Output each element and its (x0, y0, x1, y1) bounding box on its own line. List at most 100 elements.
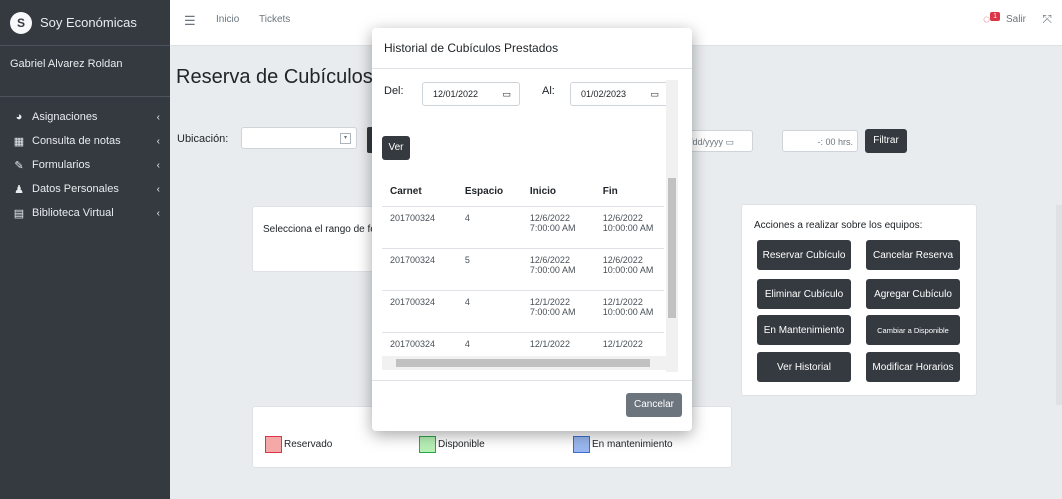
sidebar-item-datos-personales[interactable]: ♟ Datos Personales ‹ (0, 177, 170, 201)
legend-reservado: Reservado (265, 436, 332, 453)
calendar-icon: ▭ (725, 137, 735, 147)
maintenance-button[interactable]: En Mantenimiento (757, 315, 851, 345)
ubicacion-select[interactable]: ▾ (241, 127, 357, 149)
table-row: 201700324 5 12/6/2022 7:00:00 AM 12/6/202… (382, 249, 664, 291)
cell-carnet: 201700324 (390, 297, 436, 307)
sidebar-item-asignaciones[interactable]: ◕ Asignaciones ‹ (0, 105, 170, 129)
cell-espacio: 5 (464, 255, 470, 265)
page-scrollbar[interactable] (1056, 205, 1062, 405)
legend-label: Reservado (284, 439, 333, 450)
tachometer-icon: ◕ (15, 111, 23, 123)
table-icon: ▦ (13, 135, 25, 148)
cell-inicio: 12/6/2022 7:00:00 AM (529, 255, 576, 275)
ubicacion-label: Ubicación: (177, 133, 229, 145)
legend-label: Disponible (438, 439, 485, 450)
chevron-left-icon: ‹ (156, 183, 160, 195)
table-horizontal-scrollbar[interactable] (382, 356, 666, 370)
cancel-button[interactable]: Cancelar (626, 393, 682, 417)
table-row: 201700324 4 12/1/2022 12/1/2022 (382, 333, 664, 355)
nav-link-inicio[interactable]: Inicio (216, 14, 239, 25)
legend-swatch (419, 436, 436, 453)
sidebar-item-label: Formularios (32, 159, 91, 171)
from-label: Del: (384, 85, 404, 97)
filter-button[interactable]: Filtrar (865, 129, 907, 153)
range-select-text: Selecciona el rango de fe (263, 224, 376, 235)
table-header: Carnet Espacio Inicio Fin (382, 176, 664, 207)
view-button[interactable]: Ver (382, 136, 410, 160)
table-row: 201700324 4 12/1/2022 7:00:00 AM 12/1/202… (382, 291, 664, 333)
view-history-button[interactable]: Ver Historial (757, 352, 851, 382)
sidebar-item-biblioteca[interactable]: ▤ Biblioteca Virtual ‹ (0, 201, 170, 225)
cell-fin: 12/1/2022 10:00:00 AM (602, 297, 654, 317)
column-header: Fin (602, 185, 618, 197)
reserve-cubicle-button[interactable]: Reservar Cubículo (757, 240, 851, 270)
scrollbar-thumb[interactable] (668, 178, 676, 318)
cell-inicio: 12/6/2022 7:00:00 AM (529, 213, 576, 233)
menu-icon[interactable]: ☰ (184, 13, 196, 29)
cell-fin: 12/6/2022 10:00:00 AM (602, 213, 654, 233)
range-select-card: Selecciona el rango de fe (252, 206, 382, 272)
scrollbar-thumb[interactable] (396, 359, 650, 367)
chevron-down-icon: ▾ (340, 133, 351, 144)
edit-icon: ✎ (14, 159, 24, 172)
modal-title: Historial de Cubículos Prestados (384, 41, 559, 55)
history-table: Carnet Espacio Inicio Fin 201700324 4 12… (382, 176, 664, 355)
book-icon: ▤ (13, 207, 25, 220)
brand-link[interactable]: S Soy Económicas (0, 0, 170, 46)
legend-swatch (573, 436, 590, 453)
user-name[interactable]: Gabriel Alvarez Roldan (0, 46, 170, 97)
add-cubicle-button[interactable]: Agregar Cubículo (866, 279, 960, 309)
nav-link-tickets[interactable]: Tickets (259, 14, 290, 25)
legend-swatch (265, 436, 282, 453)
cell-inicio: 12/1/2022 (529, 339, 570, 349)
cancel-reservation-button[interactable]: Cancelar Reserva (866, 240, 960, 270)
from-date-input[interactable]: 12/01/2022 ▭ (422, 82, 520, 106)
cell-espacio: 4 (464, 297, 470, 307)
fullscreen-icon[interactable]: ⤧ (1042, 12, 1052, 27)
history-modal: Historial de Cubículos Prestados Del: 12… (372, 28, 692, 431)
edit-schedule-button[interactable]: Modificar Horarios (866, 352, 960, 382)
table-vertical-scrollbar[interactable] (666, 80, 678, 372)
time-input[interactable]: -: 00 hrs. (782, 130, 858, 152)
modal-divider (372, 68, 692, 69)
sidebar-item-label: Datos Personales (32, 183, 119, 195)
brand-logo: S (10, 11, 32, 34)
chat-icon: ◌ (982, 12, 991, 26)
calendar-icon[interactable]: ▭ (502, 83, 511, 105)
cell-fin: 12/1/2022 (602, 339, 643, 349)
cell-espacio: 4 (464, 213, 470, 223)
notification-badge: 1 (990, 12, 1000, 21)
table-row: 201700324 4 12/6/2022 7:00:00 AM 12/6/202… (382, 207, 664, 249)
set-available-button[interactable]: Cambiar a Disponible (866, 315, 960, 345)
sidebar-item-formularios[interactable]: ✎ Formularios ‹ (0, 153, 170, 177)
delete-cubicle-button[interactable]: Eliminar Cubículo (757, 279, 851, 309)
cell-carnet: 201700324 (390, 213, 436, 223)
cell-fin: 12/6/2022 10:00:00 AM (602, 255, 654, 275)
calendar-icon[interactable]: ▭ (650, 83, 659, 105)
logout-link[interactable]: Salir (1006, 14, 1026, 25)
column-header: Carnet (390, 185, 422, 197)
sidebar: S Soy Económicas Gabriel Alvarez Roldan … (0, 0, 170, 499)
actions-card: Acciones a realizar sobre los equipos: R… (741, 204, 977, 396)
chevron-left-icon: ‹ (156, 159, 160, 171)
actions-title: Acciones a realizar sobre los equipos: (754, 220, 923, 231)
to-date-value: 01/02/2023 (581, 89, 627, 99)
legend-mantenimiento: En mantenimiento (573, 436, 673, 453)
page-title: Reserva de Cubículos (176, 66, 373, 88)
sidebar-item-label: Asignaciones (32, 111, 98, 123)
notifications-button[interactable]: ◌ 1 (983, 12, 1000, 26)
column-header: Inicio (529, 185, 557, 197)
column-header: Espacio (464, 185, 504, 197)
sidebar-item-consulta-notas[interactable]: ▦ Consulta de notas ‹ (0, 129, 170, 153)
from-date-value: 12/01/2022 (433, 89, 479, 99)
brand-name: Soy Económicas (40, 15, 137, 30)
user-icon: ♟ (14, 183, 24, 196)
chevron-left-icon: ‹ (156, 135, 160, 147)
cell-inicio: 12/1/2022 7:00:00 AM (529, 297, 576, 317)
to-date-input[interactable]: 01/02/2023 ▭ (570, 82, 668, 106)
cell-carnet: 201700324 (390, 339, 436, 349)
to-label: Al: (542, 85, 555, 97)
date-placeholder: /dd/yyyy (690, 137, 724, 147)
chevron-left-icon: ‹ (156, 207, 160, 219)
cell-espacio: 4 (464, 339, 470, 349)
